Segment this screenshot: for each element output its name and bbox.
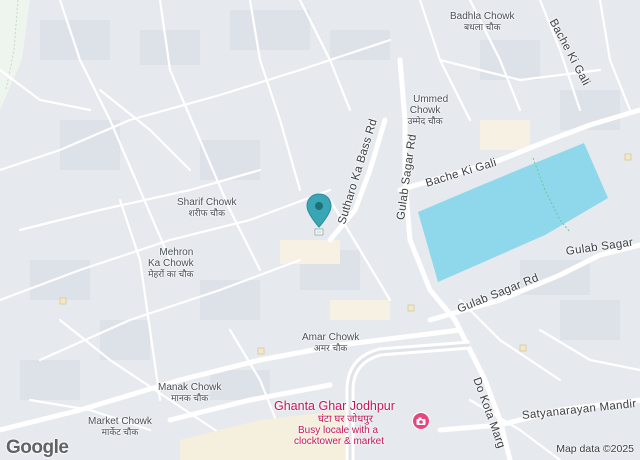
poi-description-line1: Busy locale with a bbox=[298, 425, 379, 436]
label-amar-chowk: Amar Chowk अमर चौक bbox=[302, 332, 360, 353]
map-canvas[interactable]: Badhla Chowk बधला चौक Ummed Chowk उम्मेद च… bbox=[0, 0, 640, 460]
google-logo: Google bbox=[6, 437, 69, 458]
poi-description-line2: clocktower & market bbox=[294, 436, 385, 447]
label-badhla-chowk: Badhla Chowk बधला चौक bbox=[450, 11, 515, 32]
label-sharif-chowk: Sharif Chowk शरीफ चौक bbox=[177, 197, 237, 218]
map-attribution[interactable]: Map data ©2025 bbox=[556, 443, 634, 455]
label-manak-chowk: Manak Chowk मानक चौक bbox=[158, 382, 222, 403]
label-market-chowk: Market Chowk मार्केट चौक bbox=[88, 416, 152, 437]
location-pin-icon[interactable] bbox=[305, 193, 333, 237]
poi-title-ghanta-ghar[interactable]: Ghanta Ghar Jodhpur bbox=[274, 399, 395, 413]
label-mehron-ka-chowk: Mehron Ka Chowk मेहरों का चौक bbox=[148, 247, 194, 279]
poi-landmark-icon[interactable] bbox=[412, 412, 430, 430]
poi-hindi-name: घंटा घर जोधपुर bbox=[318, 414, 374, 425]
